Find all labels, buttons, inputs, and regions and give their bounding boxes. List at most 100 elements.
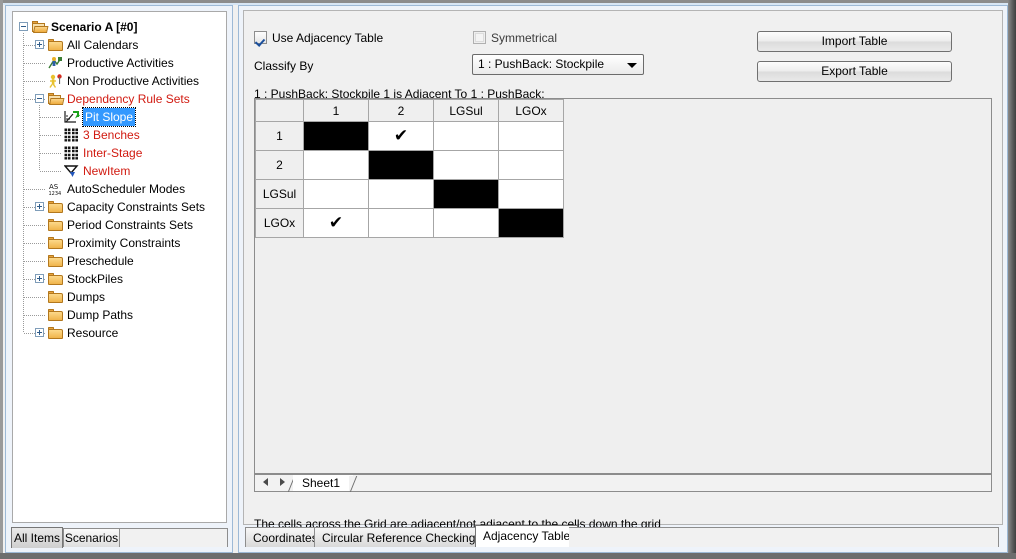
tree-item-label: Pit Slope xyxy=(81,107,137,127)
tree-item-label: Non Productive Activities xyxy=(67,74,200,88)
tree-collapse-icon[interactable] xyxy=(19,22,28,31)
chevron-down-icon xyxy=(627,63,637,68)
tree-item[interactable]: StockPiles xyxy=(13,270,226,288)
tree-expand-icon[interactable] xyxy=(35,274,44,283)
grid-cell[interactable] xyxy=(433,208,499,238)
tree-item[interactable]: Inter-Stage xyxy=(13,144,226,162)
tree-expand-icon[interactable] xyxy=(35,328,44,337)
right-pane-tab-strip: Coordinates Circular Reference Checking … xyxy=(243,524,1003,548)
tree-item-label: AutoScheduler Modes xyxy=(67,182,186,196)
tree-item[interactable]: Dumps xyxy=(13,288,226,306)
left-pane-tab-strip: All Items Scenarios xyxy=(9,526,230,548)
grid-row-header[interactable]: 1 xyxy=(255,121,304,151)
tree-item-label: Dependency Rule Sets xyxy=(67,92,190,106)
tree-item[interactable]: Period Constraints Sets xyxy=(13,216,226,234)
tree-item[interactable]: Proximity Constraints xyxy=(13,234,226,252)
tree-item[interactable]: Scenario A [#0] xyxy=(13,18,226,36)
export-table-button[interactable]: Export Table xyxy=(757,61,952,82)
tab-adjacency-table-label: Adjacency Table xyxy=(483,529,571,543)
tree-item[interactable]: 3 Benches xyxy=(13,126,226,144)
folder-open-icon xyxy=(32,20,49,34)
grid-corner-cell xyxy=(255,99,304,122)
tree-item-label: Capacity Constraints Sets xyxy=(67,200,206,214)
use-adjacency-table-checkbox[interactable] xyxy=(254,31,267,44)
svg-text:1234: 1234 xyxy=(49,191,62,196)
grid-cell[interactable] xyxy=(303,179,369,209)
adjacency-grid[interactable]: 1 2 LGSul LGOx 1 ✔ 2 LGSul LGOx ✔ xyxy=(255,99,564,238)
folder-closed-icon xyxy=(48,38,64,52)
tree-item[interactable]: Dependency Rule Sets xyxy=(13,90,226,108)
grid-row: LGOx ✔ xyxy=(255,208,564,238)
tree-item[interactable]: Pit Slope xyxy=(13,107,226,127)
folder-closed-icon xyxy=(48,254,64,268)
tab-adjacency-table[interactable]: Adjacency Table xyxy=(475,525,579,547)
tab-circular-reference-checking-label: Circular Reference Checking xyxy=(322,531,476,545)
grid-cell[interactable] xyxy=(368,179,434,209)
tab-scenarios[interactable]: Scenarios xyxy=(63,528,120,547)
grid-cell-diagonal xyxy=(433,179,499,209)
grid-column-header[interactable]: LGSul xyxy=(433,99,499,122)
grid-cell[interactable] xyxy=(303,150,369,180)
sheet-next-icon[interactable] xyxy=(280,478,285,486)
productive-activity-icon xyxy=(48,56,64,70)
grid-cell[interactable] xyxy=(498,179,564,209)
pit-slope-icon xyxy=(64,110,80,124)
new-item-icon xyxy=(63,164,80,178)
folder-closed-icon xyxy=(48,272,64,286)
application-window: Scenario A [#0] All Calendars Productive A… xyxy=(0,0,1016,559)
non-productive-activity-icon xyxy=(48,74,64,88)
grid-cell[interactable] xyxy=(433,150,499,180)
tree-item-label: Productive Activities xyxy=(67,56,174,70)
tree-expand-icon[interactable] xyxy=(35,40,44,49)
folder-closed-icon xyxy=(48,326,64,340)
tree-item[interactable]: Non Productive Activities xyxy=(13,72,226,90)
tree-item[interactable]: AS 1234 AutoScheduler Modes xyxy=(13,180,226,198)
grid-column-header[interactable]: 1 xyxy=(303,99,369,122)
left-tab-filler xyxy=(120,528,228,547)
tree-item-label: NewItem xyxy=(83,164,131,178)
adjacency-table-pane: Use Adjacency Table Symmetrical Classify… xyxy=(238,5,1008,553)
tree-item[interactable]: Dump Paths xyxy=(13,306,226,324)
sheet-tab-strip[interactable]: Sheet1 xyxy=(254,474,992,492)
autoscheduler-icon: AS 1234 xyxy=(48,182,64,197)
grid-row-header[interactable]: 2 xyxy=(255,150,304,180)
tree-item-label: Scenario A [#0] xyxy=(51,20,138,34)
window-border-bottom xyxy=(0,553,1016,559)
tree-item[interactable]: Resource xyxy=(13,324,226,342)
grid-column-header[interactable]: LGOx xyxy=(498,99,564,122)
grid-row-header[interactable]: LGOx xyxy=(255,208,304,238)
grid-row: LGSul xyxy=(255,179,564,209)
sheet-tab-sheet1[interactable]: Sheet1 xyxy=(293,475,350,491)
grid-column-header[interactable]: 2 xyxy=(368,99,434,122)
folder-open-icon xyxy=(48,92,65,106)
folder-closed-icon xyxy=(48,218,64,232)
tree-item[interactable]: NewItem xyxy=(13,162,226,180)
tree-collapse-icon[interactable] xyxy=(35,94,44,103)
classify-by-dropdown[interactable]: 1 : PushBack: Stockpile xyxy=(472,54,644,75)
tab-scenarios-label: Scenarios xyxy=(64,531,119,545)
grid-row: 2 xyxy=(255,150,564,180)
grid-cell[interactable] xyxy=(498,121,564,151)
inter-stage-icon xyxy=(64,146,80,160)
adjacency-grid-area[interactable]: 1 2 LGSul LGOx 1 ✔ 2 LGSul LGOx ✔ xyxy=(254,98,992,474)
grid-row-header[interactable]: LGSul xyxy=(255,179,304,209)
grid-cell[interactable] xyxy=(368,208,434,238)
grid-cell[interactable] xyxy=(498,150,564,180)
tree-item[interactable]: All Calendars xyxy=(13,36,226,54)
sheet-prev-icon[interactable] xyxy=(263,478,268,486)
tree-item-label: StockPiles xyxy=(67,272,124,286)
project-tree[interactable]: Scenario A [#0] All Calendars Productive A… xyxy=(12,11,227,523)
grid-cell[interactable]: ✔ xyxy=(303,208,369,238)
grid-cell[interactable]: ✔ xyxy=(368,121,434,151)
tree-item[interactable]: Capacity Constraints Sets xyxy=(13,198,226,216)
project-tree-pane: Scenario A [#0] All Calendars Productive A… xyxy=(5,5,233,553)
grid-cell[interactable] xyxy=(433,121,499,151)
tree-item[interactable]: Preschedule xyxy=(13,252,226,270)
import-table-button[interactable]: Import Table xyxy=(757,31,952,52)
tab-all-items[interactable]: All Items xyxy=(11,527,63,548)
symmetrical-checkbox[interactable] xyxy=(473,31,486,44)
tree-expand-icon[interactable] xyxy=(35,202,44,211)
tree-item[interactable]: Productive Activities xyxy=(13,54,226,72)
tab-circular-reference-checking[interactable]: Circular Reference Checking xyxy=(314,527,484,547)
grid-cell-diagonal xyxy=(303,121,369,151)
